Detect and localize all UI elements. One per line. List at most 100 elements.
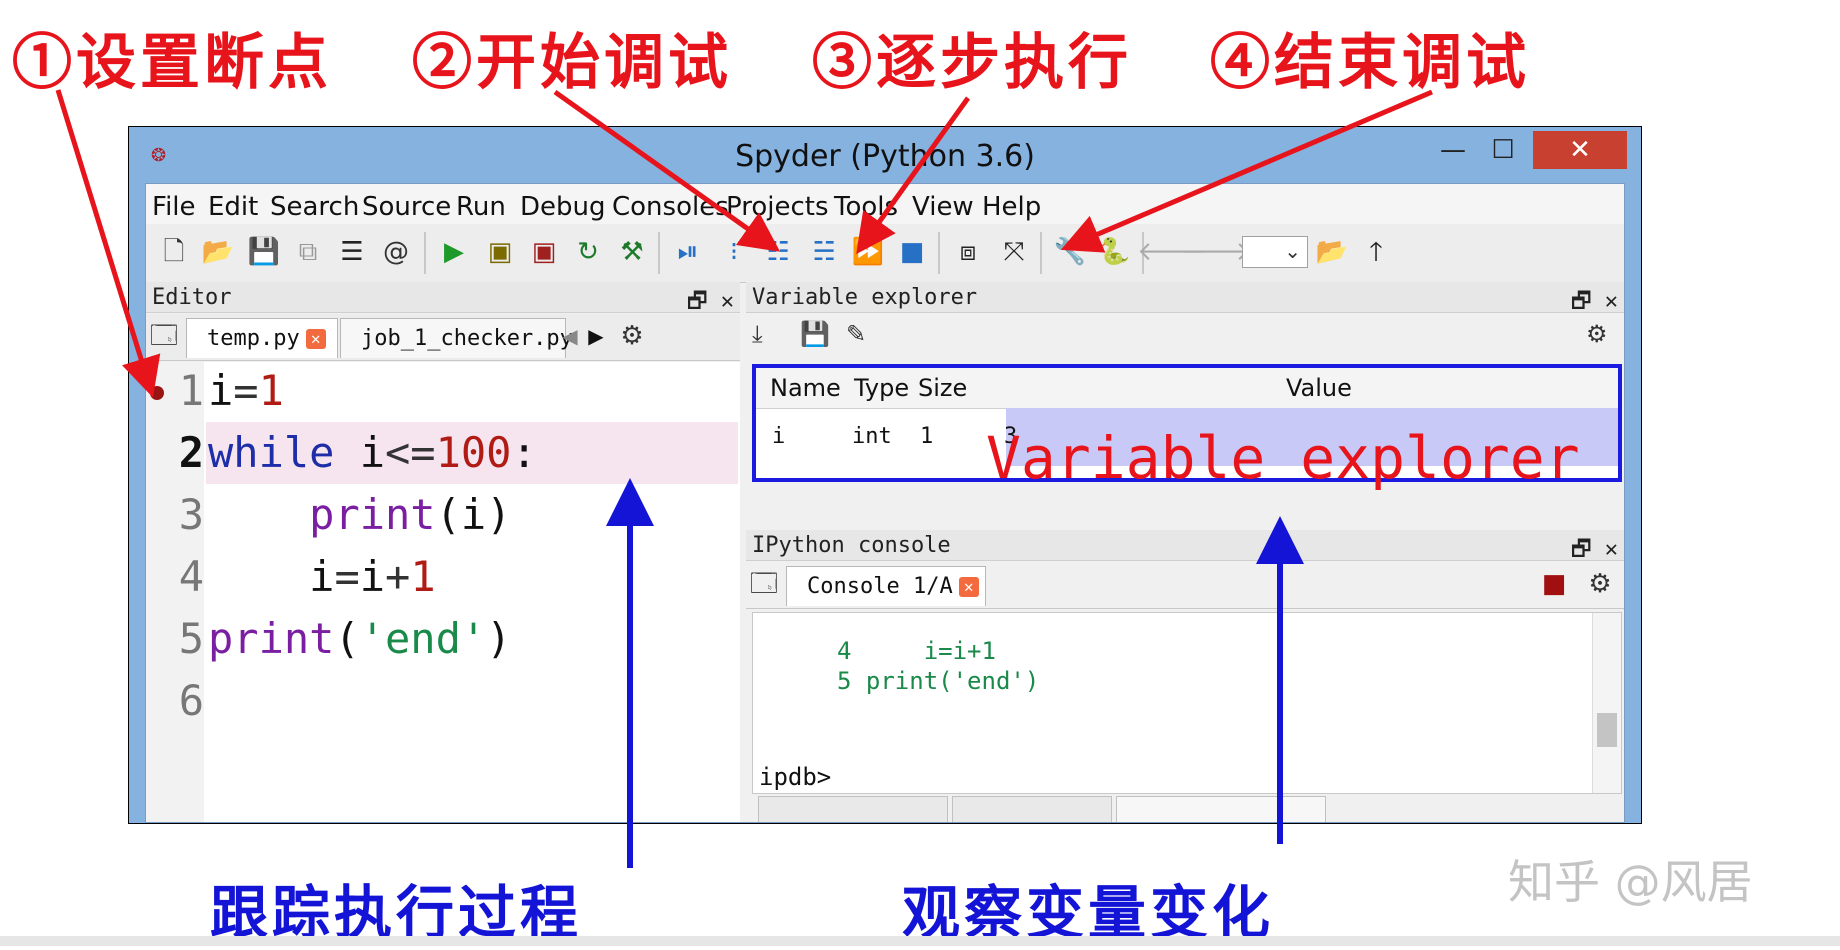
gear-icon[interactable]: ⚙ xyxy=(1582,566,1618,602)
console-output[interactable]: 4 i=i+1 5 print('end') ipdb> xyxy=(752,612,1622,794)
toolbar-separator xyxy=(658,232,660,274)
python-icon[interactable]: 🐍 xyxy=(1096,234,1132,270)
stop-kernel-icon[interactable]: ■ xyxy=(1536,566,1572,602)
menu-consoles[interactable]: Consoles xyxy=(612,192,729,222)
gear-icon[interactable]: ⚙ xyxy=(1586,320,1608,348)
menu-help[interactable]: Help xyxy=(982,192,1041,222)
console-line: 4 i=i+1 xyxy=(837,637,996,665)
tab-label: job_1_checker.py xyxy=(361,326,573,351)
column-value[interactable]: Value xyxy=(1286,374,1352,402)
line-number-current: 2 xyxy=(178,428,204,477)
maximize-button[interactable]: ☐ xyxy=(1481,131,1525,169)
menu-edit[interactable]: Edit xyxy=(208,192,258,222)
menu-search[interactable]: Search xyxy=(270,192,359,222)
variable-explorer-toolbar: ⤓ 💾 ✎ ⚙ xyxy=(746,314,1624,356)
console-header: IPython console 🗗 ✕ xyxy=(746,530,1624,562)
import-data-icon[interactable]: ⤓ xyxy=(752,320,763,348)
run-cell-advance-icon[interactable]: ▣ xyxy=(526,234,562,270)
gear-icon[interactable]: ⚙ xyxy=(614,318,650,354)
outline-list-icon[interactable]: ☰ xyxy=(334,234,370,270)
code-line-5: print('end') xyxy=(208,614,512,663)
stop-debug-icon[interactable]: ■ xyxy=(894,234,930,270)
editor-pane: Editor 🗗 ✕ 🗔 temp.py ✕ job_1_checker.py ◀… xyxy=(146,282,740,822)
scrollbar-thumb[interactable] xyxy=(1597,713,1617,747)
run-icon[interactable]: ▶ xyxy=(436,234,472,270)
tab-ipython-console[interactable] xyxy=(1116,796,1326,822)
run-selection-icon[interactable]: ⚒ xyxy=(614,234,650,270)
column-type[interactable]: Type xyxy=(854,374,909,402)
var-type: int xyxy=(852,424,892,449)
tab-python-console[interactable] xyxy=(758,796,948,822)
wrench-icon[interactable]: 🔧 xyxy=(1052,234,1088,270)
close-tab-icon[interactable]: ✕ xyxy=(958,577,979,597)
browse-folder-icon[interactable]: 📂 xyxy=(1314,234,1350,270)
save-as-icon[interactable]: ✎ xyxy=(846,320,866,348)
tab-console-1a[interactable]: Console 1/A ✕ xyxy=(786,566,986,606)
close-button[interactable]: ✕ xyxy=(1533,131,1627,169)
tab-label: temp.py xyxy=(207,326,300,351)
line-number: 6 xyxy=(178,676,204,725)
menu-run[interactable]: Run xyxy=(456,192,506,222)
save-all-icon[interactable]: ⧉ xyxy=(290,234,326,270)
editor-pane-header: Editor 🗗 ✕ xyxy=(146,282,740,314)
menu-view[interactable]: View xyxy=(912,192,974,222)
toolbar-separator xyxy=(1040,232,1042,274)
variable-table-header: Name Type Size Value xyxy=(756,368,1618,409)
editor-pane-title: Editor xyxy=(152,285,232,310)
breakpoint-icon[interactable] xyxy=(150,386,164,400)
bottom-pane-tabs xyxy=(752,794,1622,822)
title-bar: ❂ Spyder (Python 3.6) — ☐ ✕ xyxy=(129,127,1641,183)
table-row[interactable]: i int 1 3 Variable explorer xyxy=(756,408,1618,492)
debug-start-icon[interactable]: ⏯ xyxy=(670,234,706,270)
tab-history-log[interactable] xyxy=(952,796,1112,822)
watermark: 知乎 @风居 xyxy=(1508,855,1753,909)
code-line-3: print(i) xyxy=(309,490,512,539)
ipython-console-pane: IPython console 🗗 ✕ 🗔 Console 1/A ✕ ■ ⚙ 4… xyxy=(746,530,1624,822)
console-prompt: ipdb> xyxy=(759,763,832,791)
variable-explorer-header: Variable explorer 🗗 ✕ xyxy=(746,282,1624,314)
spyder-window: ❂ Spyder (Python 3.6) — ☐ ✕ File Edit Se… xyxy=(128,126,1642,824)
tab-job-1-checker-py[interactable]: job_1_checker.py xyxy=(340,318,573,358)
column-size[interactable]: Size xyxy=(918,374,967,402)
scroll-tabs-right-icon[interactable]: ▶ xyxy=(578,318,614,354)
minimize-button[interactable]: — xyxy=(1431,131,1475,169)
console-scrollbar[interactable] xyxy=(1592,613,1621,793)
open-file-icon[interactable]: 📂 xyxy=(200,234,236,270)
parent-directory-icon[interactable]: 🡑 xyxy=(1358,234,1394,270)
step-return-icon[interactable]: ☵ xyxy=(806,234,842,270)
maximize-pane-icon[interactable]: ⧈ xyxy=(950,234,986,270)
browse-tabs-icon[interactable]: 🗔 xyxy=(746,566,782,602)
console-tab-bar: 🗔 Console 1/A ✕ ■ ⚙ xyxy=(746,562,1624,609)
menu-tools[interactable]: Tools xyxy=(834,192,898,222)
menu-source[interactable]: Source xyxy=(362,192,451,222)
var-name: i xyxy=(772,424,786,449)
code-line-2: while i<=100: xyxy=(208,428,537,477)
column-name[interactable]: Name xyxy=(770,374,841,402)
menu-debug[interactable]: Debug xyxy=(520,192,606,222)
close-tab-icon[interactable]: ✕ xyxy=(305,329,326,349)
code-editor[interactable]: 1 2 3 4 5 6 i=1 while i<=100: print(i) i… xyxy=(146,362,740,822)
tab-label: Console 1/A xyxy=(807,574,953,599)
at-symbol-icon[interactable]: @ xyxy=(378,234,414,270)
browse-tabs-icon[interactable]: 🗔 xyxy=(146,318,182,354)
forward-arrow-icon[interactable]: 🡒 xyxy=(1181,234,1251,270)
save-icon[interactable]: 💾 xyxy=(246,234,282,270)
new-file-icon[interactable]: 🗋 xyxy=(156,234,192,270)
code-line-1: i=1 xyxy=(208,366,284,415)
fullscreen-icon[interactable]: ⤧ xyxy=(996,234,1032,270)
run-cell-icon[interactable]: ▣ xyxy=(482,234,518,270)
step-into-icon[interactable]: ☷ xyxy=(760,234,796,270)
menu-file[interactable]: File xyxy=(152,192,196,222)
toolbar-separator xyxy=(424,232,426,274)
save-data-icon[interactable]: 💾 xyxy=(800,320,830,348)
working-directory-combo[interactable]: ⌄ xyxy=(1242,236,1308,268)
variable-explorer-title: Variable explorer xyxy=(752,285,978,310)
menu-bar: File Edit Search Source Run Debug Consol… xyxy=(146,184,1624,224)
annotation-set-breakpoint: ①设置断点 xyxy=(12,28,332,98)
continue-icon[interactable]: ⏩ xyxy=(850,234,886,270)
tab-temp-py[interactable]: temp.py ✕ xyxy=(186,318,338,358)
step-icon[interactable]: ⁝ xyxy=(716,234,752,270)
window-title: Spyder (Python 3.6) xyxy=(735,139,1035,174)
menu-projects[interactable]: Projects xyxy=(726,192,829,222)
rerun-icon[interactable]: ↻ xyxy=(570,234,606,270)
